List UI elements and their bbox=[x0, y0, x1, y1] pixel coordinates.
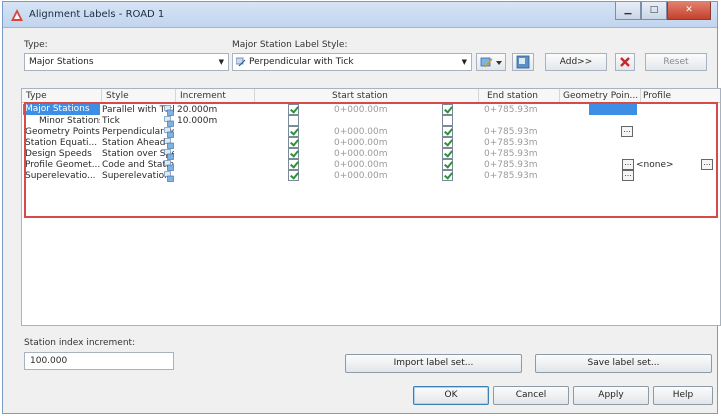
col-header-profile[interactable]: Profile bbox=[643, 91, 671, 101]
col-header-end-station[interactable]: End station bbox=[487, 91, 538, 101]
type-cell[interactable]: Profile Geomet... bbox=[23, 160, 100, 170]
start-station-checkbox[interactable] bbox=[288, 159, 299, 170]
profile-browse-button[interactable]: ... bbox=[701, 159, 713, 170]
start-station-checkbox[interactable] bbox=[288, 137, 299, 148]
type-cell[interactable]: Station Equati... bbox=[23, 138, 100, 148]
end-station-checkbox[interactable] bbox=[442, 170, 453, 181]
station-index-label: Station index increment: bbox=[24, 338, 136, 348]
type-dropdown[interactable]: Major Stations ▼ bbox=[24, 53, 229, 71]
apply-button[interactable]: Apply bbox=[573, 386, 649, 405]
end-station-checkbox[interactable] bbox=[442, 137, 453, 148]
end-station-checkbox[interactable] bbox=[442, 126, 453, 137]
reset-button[interactable]: Reset bbox=[645, 53, 707, 71]
label-style-icon bbox=[236, 57, 246, 67]
add-button[interactable]: Add>> bbox=[545, 53, 607, 71]
delete-button[interactable] bbox=[615, 53, 635, 71]
preview-style-button[interactable] bbox=[512, 53, 534, 71]
end-station-cell[interactable]: 0+785.93m bbox=[484, 149, 554, 159]
end-station-checkbox[interactable] bbox=[442, 148, 453, 159]
col-header-type[interactable]: Type bbox=[26, 91, 47, 101]
save-label-set-button[interactable]: Save label set... bbox=[535, 354, 712, 373]
end-station-checkbox[interactable] bbox=[442, 159, 453, 170]
start-station-cell[interactable]: 0+000.00m bbox=[334, 160, 414, 170]
col-header-increment[interactable]: Increment bbox=[180, 91, 226, 101]
start-station-cell[interactable]: 0+000.00m bbox=[334, 105, 414, 115]
grid-header: Type Style Increment Start station End s… bbox=[22, 89, 720, 103]
style-label: Major Station Label Style: bbox=[232, 40, 348, 50]
alignment-labels-dialog: Alignment Labels - ROAD 1 ▁ □ ✕ Type: Ma… bbox=[2, 1, 721, 414]
start-station-cell[interactable]: 0+000.00m bbox=[334, 149, 414, 159]
col-header-geometry-points[interactable]: Geometry Poin... bbox=[563, 91, 638, 101]
preview-icon bbox=[516, 55, 530, 69]
type-label: Type: bbox=[24, 40, 48, 50]
start-station-checkbox[interactable] bbox=[288, 115, 299, 126]
station-index-input[interactable]: 100.000 bbox=[24, 352, 174, 370]
increment-cell[interactable]: 10.000m bbox=[177, 116, 247, 126]
start-station-checkbox[interactable] bbox=[288, 126, 299, 137]
start-station-cell[interactable]: 0+000.00m bbox=[334, 171, 414, 181]
style-edit-menu-button[interactable] bbox=[476, 53, 506, 71]
chevron-down-icon: ▼ bbox=[461, 58, 467, 66]
geometry-points-selected-cell[interactable] bbox=[589, 104, 637, 115]
label-style-dropdown[interactable]: Perpendicular with Tick ▼ bbox=[232, 53, 472, 71]
start-station-cell[interactable]: 0+000.00m bbox=[334, 138, 414, 148]
end-station-checkbox[interactable] bbox=[442, 104, 453, 115]
type-cell[interactable]: Minor Stations bbox=[23, 116, 100, 126]
type-dropdown-value: Major Stations bbox=[29, 57, 94, 67]
type-cell[interactable]: Design Speeds bbox=[23, 149, 100, 159]
edit-style-icon bbox=[480, 57, 502, 68]
type-cell[interactable]: Major Stations bbox=[23, 104, 100, 115]
import-label-set-button[interactable]: Import label set... bbox=[345, 354, 522, 373]
start-station-checkbox[interactable] bbox=[288, 148, 299, 159]
start-station-cell[interactable]: 0+000.00m bbox=[334, 127, 414, 137]
geometry-points-browse-button[interactable]: ... bbox=[622, 170, 634, 181]
window-controls: ▁ □ ✕ bbox=[615, 2, 711, 21]
title-bar[interactable]: Alignment Labels - ROAD 1 ▁ □ ✕ bbox=[3, 2, 717, 28]
help-button[interactable]: Help bbox=[653, 386, 713, 405]
cancel-button[interactable]: Cancel bbox=[493, 386, 569, 405]
end-station-cell[interactable]: 0+785.93m bbox=[484, 105, 554, 115]
autocad-app-icon bbox=[11, 9, 23, 21]
window-title: Alignment Labels - ROAD 1 bbox=[29, 9, 165, 20]
close-button[interactable]: ✕ bbox=[667, 2, 711, 20]
minimize-button[interactable]: ▁ bbox=[615, 2, 641, 20]
end-station-cell[interactable]: 0+785.93m bbox=[484, 171, 554, 181]
ok-button[interactable]: OK bbox=[413, 386, 489, 405]
col-header-style[interactable]: Style bbox=[106, 91, 129, 101]
maximize-button[interactable]: □ bbox=[641, 2, 667, 20]
type-cell[interactable]: Geometry Points bbox=[23, 127, 100, 137]
increment-cell[interactable]: 20.000m bbox=[177, 105, 247, 115]
col-header-start-station[interactable]: Start station bbox=[332, 91, 388, 101]
start-station-checkbox[interactable] bbox=[288, 170, 299, 181]
chevron-down-icon: ▼ bbox=[218, 58, 224, 66]
profile-cell[interactable]: <none> bbox=[636, 160, 696, 170]
label-style-value: Perpendicular with Tick bbox=[249, 57, 354, 67]
end-station-cell[interactable]: 0+785.93m bbox=[484, 127, 554, 137]
end-station-checkbox[interactable] bbox=[442, 115, 453, 126]
table-row[interactable]: Superelevatio... Superelevation 0+000.00m 0… bbox=[22, 170, 720, 184]
labels-grid: Type Style Increment Start station End s… bbox=[21, 88, 721, 326]
start-station-checkbox[interactable] bbox=[288, 104, 299, 115]
style-picker-icon[interactable] bbox=[164, 171, 174, 182]
end-station-cell[interactable]: 0+785.93m bbox=[484, 138, 554, 148]
type-cell[interactable]: Superelevatio... bbox=[23, 171, 100, 181]
end-station-cell[interactable]: 0+785.93m bbox=[484, 160, 554, 170]
delete-x-icon bbox=[620, 57, 630, 67]
geometry-points-browse-button[interactable]: ... bbox=[621, 126, 633, 137]
